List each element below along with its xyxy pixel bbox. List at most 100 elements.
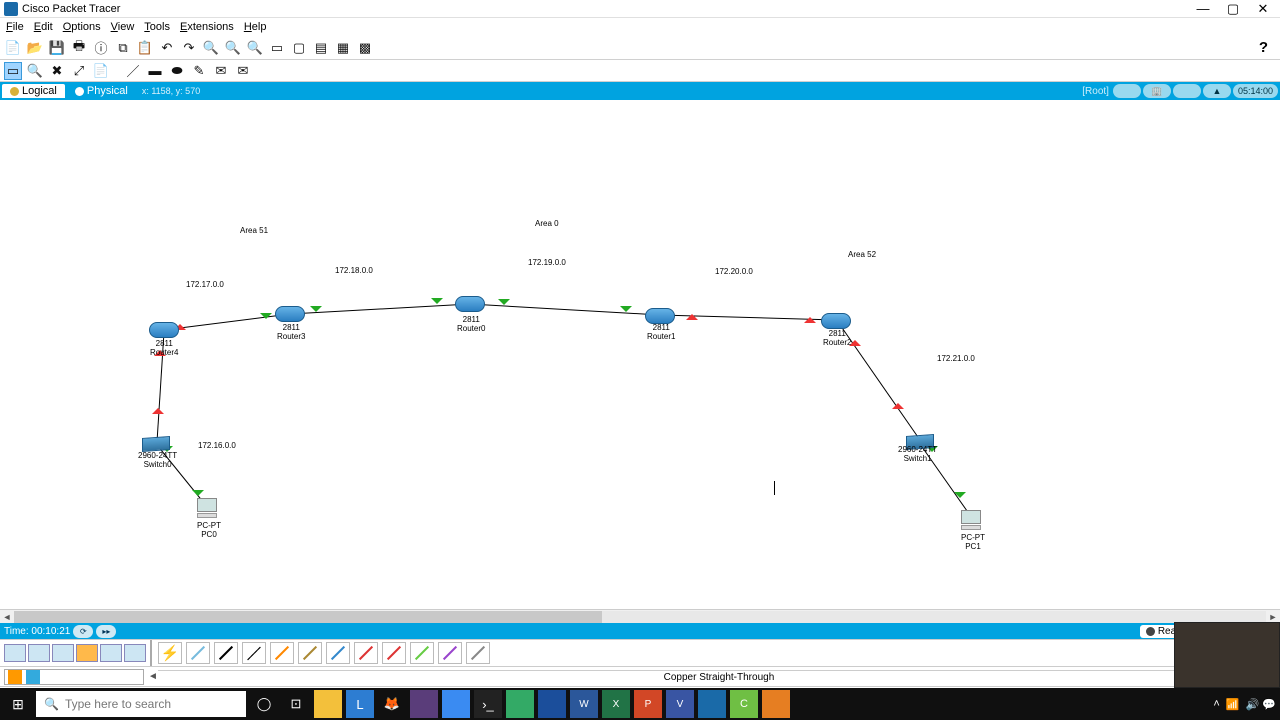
scenario-icon[interactable] <box>8 670 22 684</box>
device-router0[interactable] <box>455 296 485 312</box>
tray-notifications-icon[interactable]: 💬 <box>1262 699 1276 711</box>
zoom-in-icon[interactable]: 🔍 <box>202 39 220 57</box>
conn-serial-dte[interactable] <box>382 642 406 664</box>
firefox-icon[interactable]: 🦊 <box>378 690 406 718</box>
conn-phone[interactable] <box>298 642 322 664</box>
conn-iot[interactable] <box>438 642 462 664</box>
maximize-button[interactable]: ▢ <box>1224 1 1242 17</box>
powerpoint-icon[interactable]: P <box>634 690 662 718</box>
zoom-out-icon[interactable]: 🔍 <box>224 39 242 57</box>
device-switch0[interactable] <box>142 436 170 452</box>
tab-logical[interactable]: Logical <box>2 84 65 98</box>
start-button[interactable]: ⊞ <box>4 690 32 718</box>
system-tray[interactable]: ˄ 📶 🔊 💬 <box>1213 698 1276 711</box>
scenario-panel[interactable] <box>4 669 144 685</box>
conn-octal[interactable] <box>410 642 434 664</box>
conn-usb[interactable] <box>466 642 490 664</box>
device-template-icon[interactable]: ▦ <box>334 39 352 57</box>
app-orange-icon[interactable] <box>762 690 790 718</box>
resize-icon[interactable]: ⤢ <box>70 62 88 80</box>
device-router2[interactable] <box>821 313 851 329</box>
category-components[interactable] <box>52 644 74 662</box>
zoom-icon[interactable] <box>442 690 470 718</box>
inspect-icon[interactable]: 🔍 <box>26 62 44 80</box>
draw-rect-icon[interactable]: ▭ <box>268 39 286 57</box>
excel-icon[interactable]: X <box>602 690 630 718</box>
scroll-left-icon[interactable]: ◄ <box>0 612 14 622</box>
nav-building-button[interactable]: 🏢 <box>1143 84 1171 98</box>
conn-auto[interactable]: ⚡ <box>158 642 182 664</box>
menu-tools[interactable]: Tools <box>144 21 170 33</box>
app-blue-icon[interactable] <box>538 690 566 718</box>
device-pc1[interactable] <box>961 510 983 532</box>
custom-device-icon[interactable]: ▤ <box>312 39 330 57</box>
word-icon[interactable]: W <box>570 690 598 718</box>
save-icon[interactable]: 💾 <box>48 39 66 57</box>
conn-crossover[interactable] <box>242 642 266 664</box>
menu-view[interactable]: View <box>111 21 135 33</box>
delete-icon[interactable]: ✖ <box>48 62 66 80</box>
workspace-canvas[interactable]: Area 51 Area 0 Area 52 172.17.0.0 172.18… <box>0 100 1280 609</box>
scroll-thumb[interactable] <box>14 611 602 623</box>
conn-serial-dce[interactable] <box>354 642 378 664</box>
new-icon[interactable]: 📄 <box>4 39 22 57</box>
open-icon[interactable]: 📂 <box>26 39 44 57</box>
activity-wizard-icon[interactable]: ⓘ <box>92 39 110 57</box>
scroll-right-icon[interactable]: ► <box>1266 612 1280 622</box>
draw-rectangle-icon[interactable]: ▬ <box>146 62 164 80</box>
copy-icon[interactable]: ⧉ <box>114 39 132 57</box>
file-explorer-icon[interactable] <box>314 690 342 718</box>
zoom-reset-icon[interactable]: 🔍 <box>246 39 264 57</box>
category-end-devices[interactable] <box>28 644 50 662</box>
tray-wifi-icon[interactable]: 📶 <box>1226 698 1240 711</box>
draw-oval-icon[interactable]: ⬬ <box>168 62 186 80</box>
cortana-icon[interactable]: ◯ <box>250 690 278 718</box>
terminal-icon[interactable]: ›_ <box>474 690 502 718</box>
conn-fiber[interactable] <box>270 642 294 664</box>
nav-grid-button[interactable]: ▲ <box>1203 84 1231 98</box>
category-network-devices[interactable] <box>4 644 26 662</box>
canvas-horizontal-scrollbar[interactable]: ◄ ► <box>0 609 1280 623</box>
tray-chevron-icon[interactable]: ˄ <box>1213 698 1219 710</box>
environment-clock[interactable]: 05:14:00 <box>1233 84 1278 98</box>
menu-options[interactable]: Options <box>63 21 101 33</box>
menu-extensions[interactable]: Extensions <box>180 21 234 33</box>
app-purple-icon[interactable] <box>410 690 438 718</box>
nav-back-button[interactable] <box>1113 84 1141 98</box>
app-green-icon[interactable] <box>506 690 534 718</box>
scenario-toggle-icon[interactable] <box>26 670 40 684</box>
undo-icon[interactable]: ↶ <box>158 39 176 57</box>
help-icon[interactable]: ? <box>1259 39 1268 56</box>
visio-icon[interactable]: V <box>666 690 694 718</box>
device-router1[interactable] <box>645 308 675 324</box>
draw-ellipse-icon[interactable]: ▢ <box>290 39 308 57</box>
packet-tracer-taskbar-icon[interactable] <box>698 690 726 718</box>
menu-edit[interactable]: Edit <box>34 21 53 33</box>
draw-line-icon[interactable]: ／ <box>124 62 142 80</box>
category-multiuser[interactable] <box>124 644 146 662</box>
select-tool-icon[interactable]: ▭ <box>4 62 22 80</box>
device-pc0[interactable] <box>197 498 219 520</box>
menu-file[interactable]: File <box>6 21 24 33</box>
category-connections[interactable] <box>76 644 98 662</box>
tray-volume-icon[interactable]: 🔊 💬 <box>1246 698 1276 711</box>
menu-help[interactable]: Help <box>244 21 267 33</box>
conn-console[interactable] <box>186 642 210 664</box>
draw-freeform-icon[interactable]: ✎ <box>190 62 208 80</box>
category-misc[interactable] <box>100 644 122 662</box>
paste-icon[interactable]: 📋 <box>136 39 154 57</box>
add-simple-pdu-icon[interactable]: ✉ <box>212 62 230 80</box>
close-button[interactable]: ✕ <box>1254 1 1272 17</box>
redo-icon[interactable]: ↷ <box>180 39 198 57</box>
nav-closet-button[interactable] <box>1173 84 1201 98</box>
tab-physical[interactable]: Physical <box>67 84 136 98</box>
power-cycle-button[interactable]: ⟳ <box>73 625 93 638</box>
nav-root-label[interactable]: [Root] <box>1082 86 1109 97</box>
note-icon[interactable]: 📄 <box>92 62 110 80</box>
misc-tool-icon[interactable]: ▩ <box>356 39 374 57</box>
taskbar-search[interactable]: 🔍 Type here to search <box>36 691 246 717</box>
minimize-button[interactable]: — <box>1194 1 1212 17</box>
camtasia-icon[interactable]: C <box>730 690 758 718</box>
task-view-icon[interactable]: ⊡ <box>282 690 310 718</box>
device-router3[interactable] <box>275 306 305 322</box>
